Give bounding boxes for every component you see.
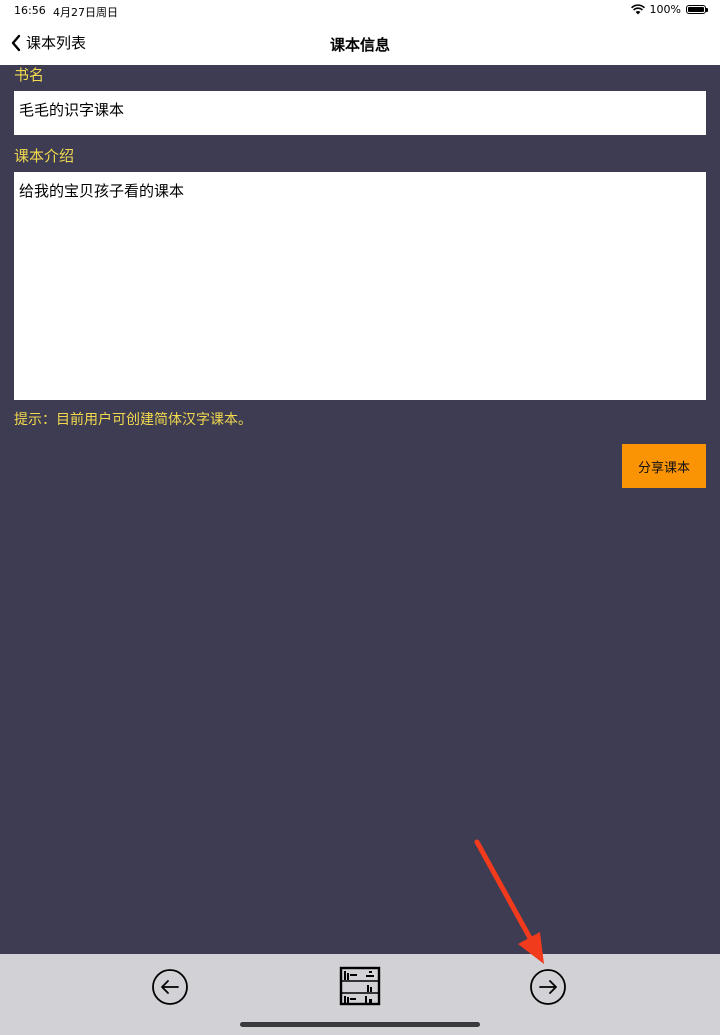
previous-button[interactable] (151, 968, 189, 1010)
bookshelf-icon (339, 966, 381, 1006)
page-title: 课本信息 (329, 36, 390, 54)
annotation-arrow-icon (474, 839, 544, 964)
hint-text: 提示：目前用户可创建简体汉字课本。 (14, 412, 252, 428)
status-date: 4月27日周日 (53, 6, 118, 19)
arrow-right-circle-icon (530, 969, 566, 1005)
share-button[interactable]: 分享课本 (622, 444, 706, 488)
battery-icon (686, 5, 708, 14)
book-name-field[interactable]: 毛毛的识字课本 (14, 91, 706, 135)
intro-label: 课本介绍 (14, 147, 75, 165)
battery-percent: 100% (649, 3, 681, 16)
status-bar: 16:56 4月27日周日 100% (0, 0, 720, 22)
book-name-label: 书名 (14, 66, 45, 84)
intro-textarea[interactable]: 给我的宝贝孩子看的课本 (14, 172, 706, 400)
wifi-icon (630, 4, 645, 15)
bookshelf-button[interactable] (339, 966, 381, 1010)
home-indicator (240, 1022, 480, 1027)
navigation-bar: 课本列表 课本信息 (0, 22, 720, 65)
next-button[interactable] (529, 968, 567, 1010)
status-time: 16:56 (14, 4, 46, 17)
status-indicators: 100% (630, 3, 708, 16)
arrow-left-circle-icon (152, 969, 188, 1005)
